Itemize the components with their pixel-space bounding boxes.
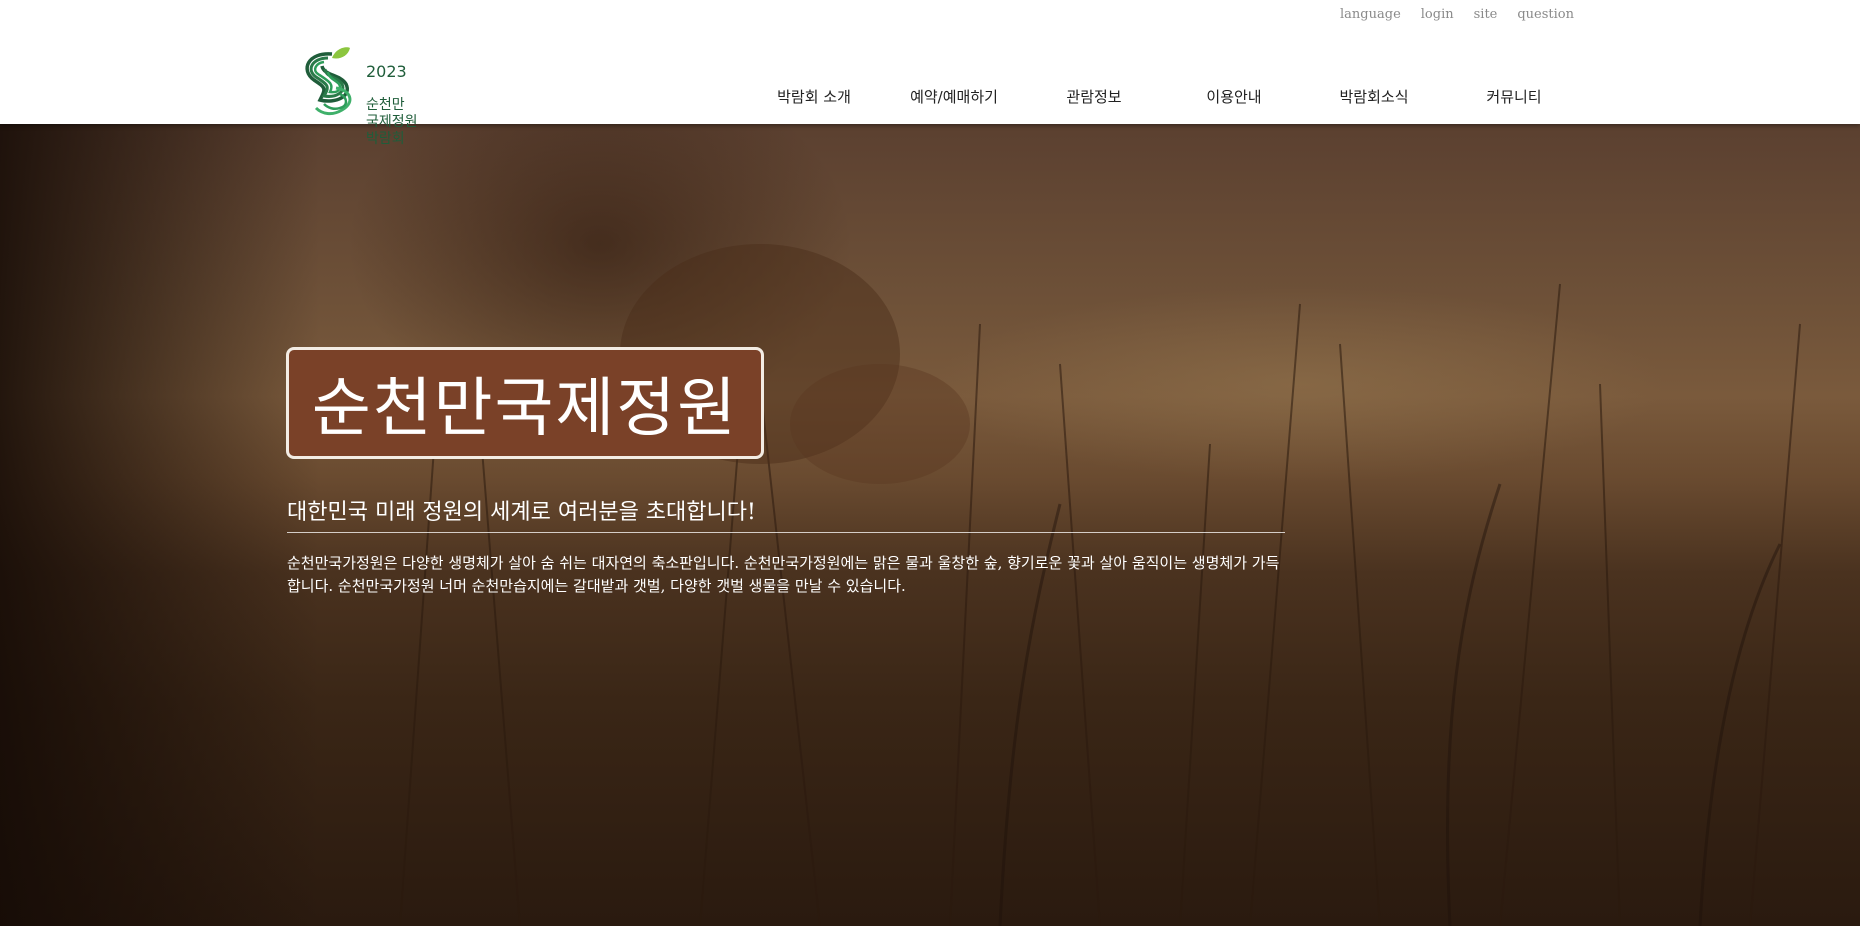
language-link[interactable]: language bbox=[1340, 7, 1401, 22]
hero-description: 순천만국가정원은 다양한 생명체가 살아 숨 쉬는 대자연의 축소판입니다. 순… bbox=[287, 554, 1280, 595]
hero-subtitle: 대한민국 미래 정원의 세계로 여러분을 초대합니다! bbox=[287, 494, 1285, 533]
hero-banner: 순천만국제정원 대한민국 미래 정원의 세계로 여러분을 초대합니다! 순천만국… bbox=[0, 124, 1860, 926]
hero-title-box: 순천만국제정원 bbox=[286, 347, 764, 459]
nav-item-booking[interactable]: 예약/예매하기 bbox=[910, 86, 998, 107]
hero-title: 순천만국제정원 bbox=[311, 372, 739, 446]
site-header: language login site question 2023 순천만 국제… bbox=[0, 0, 1860, 147]
login-link[interactable]: login bbox=[1421, 7, 1454, 22]
nav-item-community[interactable]: 커뮤니티 bbox=[1486, 86, 1541, 107]
nav-item-news[interactable]: 박람회소식 bbox=[1339, 86, 1408, 107]
site-link[interactable]: site bbox=[1474, 7, 1498, 22]
nav-item-about[interactable]: 박람회 소개 bbox=[777, 86, 851, 107]
nav-item-visit-info[interactable]: 관람정보 bbox=[1066, 86, 1121, 107]
main-nav: 박람회 소개 예약/예매하기 관람정보 이용안내 박람회소식 커뮤니티 bbox=[0, 86, 1860, 110]
question-link[interactable]: question bbox=[1517, 7, 1574, 22]
logo-year: 2023 bbox=[366, 62, 407, 81]
utility-links: language login site question bbox=[1340, 7, 1574, 22]
nav-item-guide[interactable]: 이용안내 bbox=[1206, 86, 1261, 107]
